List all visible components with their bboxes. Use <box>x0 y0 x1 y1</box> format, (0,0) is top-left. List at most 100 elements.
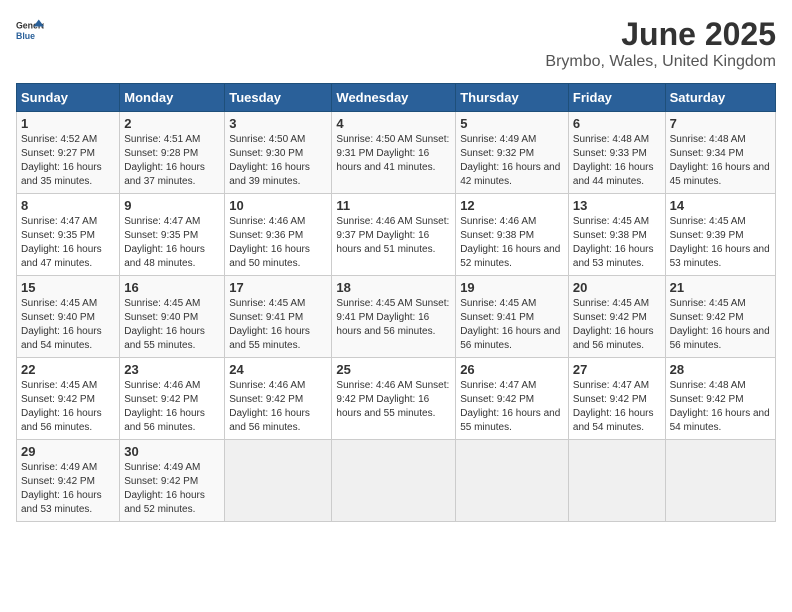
day-number: 23 <box>124 362 220 377</box>
subtitle: Brymbo, Wales, United Kingdom <box>545 53 776 71</box>
header-thursday: Thursday <box>456 84 569 112</box>
day-number: 30 <box>124 444 220 459</box>
calendar-week-5: 29 Sunrise: 4:49 AM Sunset: 9:42 PM Dayli… <box>17 440 776 522</box>
calendar-cell: 20Sunrise: 4:45 AM Sunset: 9:42 PM Dayli… <box>568 276 665 358</box>
calendar-cell: 29 Sunrise: 4:49 AM Sunset: 9:42 PM Dayli… <box>17 440 120 522</box>
day-number: 25 <box>336 362 451 377</box>
header-friday: Friday <box>568 84 665 112</box>
calendar-week-1: 1Sunrise: 4:52 AM Sunset: 9:27 PM Daylig… <box>17 112 776 194</box>
day-info: Sunrise: 4:49 AM Sunset: 9:32 PM Dayligh… <box>460 133 564 189</box>
day-number: 14 <box>670 198 771 213</box>
day-number: 5 <box>460 116 564 131</box>
day-info: Sunrise: 4:45 AM Sunset: 9:38 PM Dayligh… <box>573 215 661 271</box>
day-info: Sunrise: 4:48 AM Sunset: 9:34 PM Dayligh… <box>670 133 771 189</box>
calendar-cell: 13 Sunrise: 4:45 AM Sunset: 9:38 PM Dayli… <box>568 194 665 276</box>
day-info: Sunrise: 4:48 AM Sunset: 9:33 PM Dayligh… <box>573 133 661 189</box>
calendar-cell: 18 Sunrise: 4:45 AM Sunset: 9:41 PM Dayli… <box>332 276 456 358</box>
day-number: 24 <box>229 362 327 377</box>
day-number: 17 <box>229 280 327 295</box>
calendar-cell: 16 Sunrise: 4:45 AM Sunset: 9:40 PM Dayli… <box>120 276 225 358</box>
calendar-header-row: SundayMondayTuesdayWednesdayThursdayFrid… <box>17 84 776 112</box>
day-number: 18 <box>336 280 451 295</box>
day-info: Sunrise: 4:47 AM Sunset: 9:35 PM Dayligh… <box>21 215 115 271</box>
svg-text:Blue: Blue <box>16 31 35 41</box>
day-number: 15 <box>21 280 115 295</box>
day-number: 12 <box>460 198 564 213</box>
day-number: 2 <box>124 116 220 131</box>
day-info: Sunrise: 4:47 AM Sunset: 9:35 PM Dayligh… <box>124 215 220 271</box>
calendar-cell: 8 Sunrise: 4:47 AM Sunset: 9:35 PM Daylig… <box>17 194 120 276</box>
day-number: 16 <box>124 280 220 295</box>
day-info: Sunrise: 4:50 AM Sunset: 9:30 PM Dayligh… <box>229 133 327 189</box>
day-number: 28 <box>670 362 771 377</box>
day-info: Sunrise: 4:46 AM Sunset: 9:38 PM Dayligh… <box>460 215 564 271</box>
page-header: General Blue June 2025 Brymbo, Wales, Un… <box>16 16 776 71</box>
calendar-cell: 9 Sunrise: 4:47 AM Sunset: 9:35 PM Daylig… <box>120 194 225 276</box>
logo: General Blue <box>16 16 44 44</box>
day-info: Sunrise: 4:45 AM Sunset: 9:41 PM Dayligh… <box>460 297 564 353</box>
day-number: 10 <box>229 198 327 213</box>
calendar-cell: 21 Sunrise: 4:45 AM Sunset: 9:42 PM Dayli… <box>665 276 775 358</box>
day-info: Sunrise: 4:45 AM Sunset: 9:40 PM Dayligh… <box>21 297 115 353</box>
day-number: 19 <box>460 280 564 295</box>
calendar-week-3: 15 Sunrise: 4:45 AM Sunset: 9:40 PM Dayli… <box>17 276 776 358</box>
day-number: 21 <box>670 280 771 295</box>
calendar-cell <box>665 440 775 522</box>
calendar-cell: 27Sunrise: 4:47 AM Sunset: 9:42 PM Dayli… <box>568 358 665 440</box>
header-wednesday: Wednesday <box>332 84 456 112</box>
day-info: Sunrise: 4:47 AM Sunset: 9:42 PM Dayligh… <box>573 379 661 435</box>
calendar-cell: 30 Sunrise: 4:49 AM Sunset: 9:42 PM Dayli… <box>120 440 225 522</box>
day-info: Sunrise: 4:46 AM Sunset: 9:42 PM Dayligh… <box>124 379 220 435</box>
header-tuesday: Tuesday <box>225 84 332 112</box>
calendar-cell: 23 Sunrise: 4:46 AM Sunset: 9:42 PM Dayli… <box>120 358 225 440</box>
calendar-cell: 26 Sunrise: 4:47 AM Sunset: 9:42 PM Dayli… <box>456 358 569 440</box>
day-info: Sunrise: 4:49 AM Sunset: 9:42 PM Dayligh… <box>21 461 115 517</box>
header-monday: Monday <box>120 84 225 112</box>
day-info: Sunrise: 4:45 AM Sunset: 9:41 PM Dayligh… <box>229 297 327 353</box>
day-number: 8 <box>21 198 115 213</box>
calendar-cell: 2 Sunrise: 4:51 AM Sunset: 9:28 PM Daylig… <box>120 112 225 194</box>
day-number: 22 <box>21 362 115 377</box>
day-info: Sunrise: 4:51 AM Sunset: 9:28 PM Dayligh… <box>124 133 220 189</box>
day-number: 29 <box>21 444 115 459</box>
calendar-cell <box>456 440 569 522</box>
calendar-table: SundayMondayTuesdayWednesdayThursdayFrid… <box>16 83 776 522</box>
day-info: Sunrise: 4:45 AM Sunset: 9:42 PM Dayligh… <box>21 379 115 435</box>
calendar-cell: 19 Sunrise: 4:45 AM Sunset: 9:41 PM Dayli… <box>456 276 569 358</box>
day-info: Sunrise: 4:45 AM Sunset: 9:42 PM Dayligh… <box>573 297 661 353</box>
day-info: Sunrise: 4:48 AM Sunset: 9:42 PM Dayligh… <box>670 379 771 435</box>
title-area: June 2025 Brymbo, Wales, United Kingdom <box>545 16 776 71</box>
calendar-cell: 24Sunrise: 4:46 AM Sunset: 9:42 PM Dayli… <box>225 358 332 440</box>
calendar-cell: 28 Sunrise: 4:48 AM Sunset: 9:42 PM Dayli… <box>665 358 775 440</box>
header-saturday: Saturday <box>665 84 775 112</box>
calendar-cell: 3 Sunrise: 4:50 AM Sunset: 9:30 PM Daylig… <box>225 112 332 194</box>
calendar-cell <box>225 440 332 522</box>
calendar-cell: 1Sunrise: 4:52 AM Sunset: 9:27 PM Daylig… <box>17 112 120 194</box>
calendar-cell: 22 Sunrise: 4:45 AM Sunset: 9:42 PM Dayli… <box>17 358 120 440</box>
day-number: 9 <box>124 198 220 213</box>
day-number: 26 <box>460 362 564 377</box>
logo-icon: General Blue <box>16 16 44 44</box>
calendar-cell: 15 Sunrise: 4:45 AM Sunset: 9:40 PM Dayli… <box>17 276 120 358</box>
day-number: 1 <box>21 116 115 131</box>
day-info: Sunrise: 4:47 AM Sunset: 9:42 PM Dayligh… <box>460 379 564 435</box>
day-info: Sunrise: 4:45 AM Sunset: 9:41 PM Dayligh… <box>336 297 451 339</box>
calendar-cell: 4 Sunrise: 4:50 AM Sunset: 9:31 PM Daylig… <box>332 112 456 194</box>
day-info: Sunrise: 4:49 AM Sunset: 9:42 PM Dayligh… <box>124 461 220 517</box>
day-number: 3 <box>229 116 327 131</box>
calendar-cell: 17 Sunrise: 4:45 AM Sunset: 9:41 PM Dayli… <box>225 276 332 358</box>
header-sunday: Sunday <box>17 84 120 112</box>
day-number: 11 <box>336 198 451 213</box>
day-info: Sunrise: 4:45 AM Sunset: 9:42 PM Dayligh… <box>670 297 771 353</box>
day-number: 13 <box>573 198 661 213</box>
day-info: Sunrise: 4:46 AM Sunset: 9:42 PM Dayligh… <box>336 379 451 421</box>
calendar-cell: 12 Sunrise: 4:46 AM Sunset: 9:38 PM Dayli… <box>456 194 569 276</box>
calendar-cell: 6 Sunrise: 4:48 AM Sunset: 9:33 PM Daylig… <box>568 112 665 194</box>
day-number: 4 <box>336 116 451 131</box>
calendar-week-2: 8 Sunrise: 4:47 AM Sunset: 9:35 PM Daylig… <box>17 194 776 276</box>
day-info: Sunrise: 4:45 AM Sunset: 9:40 PM Dayligh… <box>124 297 220 353</box>
day-info: Sunrise: 4:45 AM Sunset: 9:39 PM Dayligh… <box>670 215 771 271</box>
day-info: Sunrise: 4:50 AM Sunset: 9:31 PM Dayligh… <box>336 133 451 175</box>
day-number: 6 <box>573 116 661 131</box>
calendar-cell <box>332 440 456 522</box>
